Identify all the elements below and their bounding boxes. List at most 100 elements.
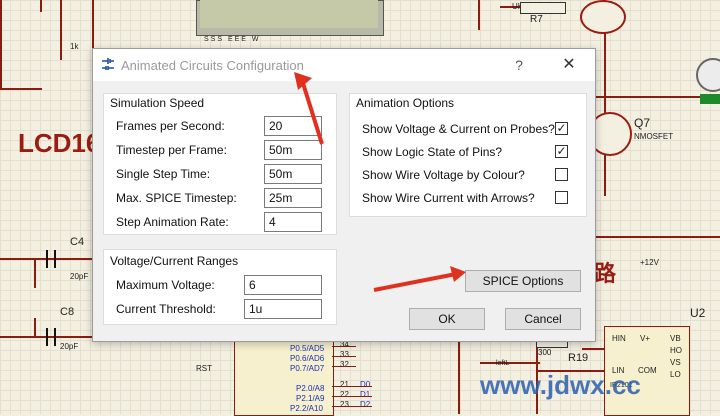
animation-options-group: Animation Options Show Voltage & Current… [349, 93, 587, 217]
schematic-chinese-label: 路 [594, 261, 617, 286]
annotation-arrow-spice [373, 266, 466, 292]
option-wire-current-checkbox[interactable] [555, 191, 568, 204]
mcu-pin-p20: P2.0/A8 [296, 384, 325, 393]
lcd-pin-labels: SSS EEE W [204, 36, 261, 43]
option-logic-state-label[interactable]: Show Logic State of Pins? [362, 145, 502, 159]
animation-app-icon [102, 58, 114, 70]
wire [332, 346, 356, 347]
max-spice-timestep-field[interactable]: 25m [264, 188, 322, 208]
capacitor-c4-plate [54, 250, 56, 268]
pin-ho: HO [670, 346, 682, 355]
pin-num-23: 23 [340, 400, 349, 409]
voltage-current-ranges-group: Voltage/Current Ranges Maximum Voltage: … [103, 249, 337, 325]
single-step-time-label: Single Step Time: [116, 167, 211, 181]
maximum-voltage-label: Maximum Voltage: [116, 278, 215, 292]
option-logic-state-checkbox[interactable]: ✓ [555, 145, 568, 158]
pin-num-22: 22 [340, 390, 349, 399]
supply-label-12v: +12V [640, 258, 659, 267]
capacitor-c8-label: C8 [60, 306, 75, 318]
option-probes-label[interactable]: Show Voltage & Current on Probes? [362, 122, 555, 136]
wire [332, 386, 372, 387]
transistor-q7-label: Q7 [634, 116, 651, 130]
step-animation-rate-field[interactable]: 4 [264, 212, 322, 232]
wire [332, 396, 372, 397]
capacitor-c4-value: 20pF [70, 272, 89, 281]
motor-symbol [696, 58, 720, 92]
net-d1: D1 [360, 390, 371, 399]
mcu-pin-p22: P2.2/A10 [290, 404, 323, 413]
mcu-pin-rst: RST [196, 364, 212, 373]
help-button[interactable]: ? [509, 55, 529, 75]
voltage-current-ranges-title: Voltage/Current Ranges [110, 254, 239, 268]
motor-base [700, 94, 720, 104]
pin-hin: HIN [612, 334, 626, 343]
wire [0, 88, 42, 90]
pin-lo: LO [670, 370, 681, 379]
option-probes-checkbox[interactable]: ✓ [555, 122, 568, 135]
wire [332, 366, 356, 367]
lcd-display-screen [200, 0, 378, 28]
resistor-r7 [520, 2, 566, 14]
dialog-titlebar[interactable]: Animated Circuits Configuration ? ✕ [93, 49, 595, 81]
wire [478, 0, 480, 30]
resistor-r7-label: R7 [530, 14, 543, 25]
net-label-left: leftL [496, 360, 510, 367]
capacitor-c8-value: 20pF [60, 342, 79, 351]
wire [582, 348, 606, 350]
dialog-title: Animated Circuits Configuration [121, 58, 304, 73]
net-d2: D2 [360, 400, 371, 409]
simulation-speed-title: Simulation Speed [110, 96, 205, 110]
wire [594, 236, 720, 238]
spice-options-button[interactable]: SPICE Options [465, 270, 581, 292]
mcu-pin-p06: P0.6/AD6 [290, 354, 325, 363]
timestep-per-frame-label: Timestep per Frame: [116, 143, 227, 157]
capacitor-c4-plate [46, 250, 48, 268]
pin-vplus: V+ [640, 334, 651, 343]
ic-u2-label: U2 [690, 306, 706, 320]
wire [332, 356, 356, 357]
pin-num-32: 32 [340, 360, 349, 369]
capacitor-c8-plate [54, 328, 56, 346]
pin-vb: VB [670, 334, 681, 343]
current-threshold-label: Current Threshold: [116, 302, 216, 316]
option-wire-current-label[interactable]: Show Wire Current with Arrows? [362, 191, 535, 205]
transistor-top [580, 0, 626, 34]
wire [34, 258, 36, 288]
frames-per-second-label: Frames per Second: [116, 119, 225, 133]
maximum-voltage-field[interactable]: 6 [244, 275, 322, 295]
max-spice-timestep-label: Max. SPICE Timestep: [116, 191, 237, 205]
animated-circuits-dialog[interactable]: Animated Circuits Configuration ? ✕ Simu… [92, 48, 596, 342]
watermark-text: www.jdwx.cc [480, 370, 641, 400]
current-threshold-field[interactable]: 1u [244, 299, 322, 319]
ok-button[interactable]: OK [409, 308, 485, 330]
step-animation-rate-label: Step Animation Rate: [116, 215, 229, 229]
wire [0, 0, 2, 90]
wire [34, 318, 36, 338]
cancel-button[interactable]: Cancel [505, 308, 581, 330]
single-step-time-field[interactable]: 50m [264, 164, 322, 184]
pin-num-33: 33 [340, 350, 349, 359]
resistor-r300-value: 300 [538, 348, 552, 357]
pin-num-21: 21 [340, 380, 349, 389]
wire [480, 362, 540, 364]
mcu-pin-p05: P0.5/AD5 [290, 344, 325, 353]
net-d0: D0 [360, 380, 371, 389]
option-wire-voltage-label[interactable]: Show Wire Voltage by Colour? [362, 168, 525, 182]
mcu-pin-p07: P0.7/AD7 [290, 364, 325, 373]
close-button[interactable]: ✕ [559, 55, 579, 75]
pin-vs: VS [670, 358, 681, 367]
lcd-label: LCD16 [18, 128, 101, 158]
wire [40, 0, 42, 12]
wire [458, 340, 460, 414]
wire [60, 0, 62, 60]
annotation-arrow-title [294, 72, 324, 145]
capacitor-c4-label: C4 [70, 236, 85, 248]
resistor-label-1k: 1k [70, 42, 79, 51]
wire [332, 406, 372, 407]
capacitor-c8-plate [46, 328, 48, 346]
resistor-r19-label: R19 [568, 352, 589, 364]
transistor-q7-type: NMOSFET [634, 132, 674, 141]
animation-options-title: Animation Options [356, 96, 455, 110]
option-wire-voltage-checkbox[interactable] [555, 168, 568, 181]
mcu-pin-p21: P2.1/A9 [296, 394, 325, 403]
